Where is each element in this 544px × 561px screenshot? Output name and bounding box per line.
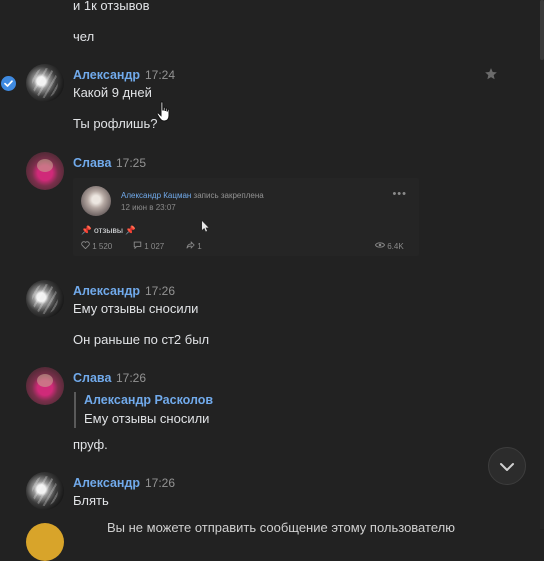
message-time[interactable]: 17:26: [145, 283, 175, 299]
share-icon: [186, 241, 195, 249]
heart-icon: [81, 241, 90, 250]
author-name[interactable]: Александр: [73, 283, 140, 299]
star-icon[interactable]: [484, 67, 500, 83]
cannot-send-notice: Вы не можете отправить сообщение этому п…: [107, 520, 455, 535]
message-text: и 1к отзывов: [73, 0, 150, 13]
author-name[interactable]: Александр: [73, 67, 140, 83]
more-options-icon[interactable]: •••: [392, 188, 407, 200]
message-time[interactable]: 17:26: [116, 370, 146, 386]
message-text: Он раньше по ст2 был: [73, 332, 210, 347]
post-date[interactable]: 12 июн в 23:07: [121, 203, 176, 212]
views-stat: 6.4K: [374, 241, 404, 251]
shares-count: 1: [197, 242, 202, 251]
post-text: 📌 отзывы 📌: [81, 225, 136, 235]
message-text: Ему отзывы сносили: [73, 301, 199, 316]
post-author[interactable]: Александр Кацман: [121, 191, 191, 200]
comments-stat[interactable]: 1 027: [133, 241, 164, 251]
message-time[interactable]: 17:26: [145, 475, 175, 491]
views-count: 6.4K: [387, 242, 404, 251]
arrow-cursor-icon: [202, 221, 209, 232]
message-text: Блять: [73, 493, 109, 508]
message-time[interactable]: 17:25: [116, 155, 146, 171]
author-name[interactable]: Слава: [73, 155, 111, 171]
scrollbar-thumb[interactable]: [540, 0, 544, 60]
author-name[interactable]: Александр: [73, 475, 140, 491]
wall-post-attachment[interactable]: Александр Кацман запись закреплена 12 ию…: [73, 178, 419, 256]
avatar[interactable]: [26, 64, 64, 102]
likes-stat[interactable]: 1 520: [81, 241, 112, 251]
check-circle-icon[interactable]: [1, 76, 16, 91]
avatar[interactable]: [26, 280, 64, 318]
chevron-down-icon: [500, 463, 514, 471]
author-name[interactable]: Слава: [73, 370, 111, 386]
avatar[interactable]: [26, 152, 64, 190]
likes-count: 1 520: [92, 242, 113, 251]
message-text: Какой 9 дней: [73, 85, 152, 100]
comments-count: 1 027: [144, 242, 165, 251]
message-text: пруф.: [73, 437, 108, 452]
quote-author[interactable]: Александр Расколов: [84, 392, 213, 408]
quote-text: Ему отзывы сносили: [84, 411, 210, 426]
message-text: Ты рофлишь?: [73, 116, 158, 131]
post-avatar[interactable]: [81, 186, 111, 216]
scroll-down-button[interactable]: [488, 447, 526, 485]
message-text: чел: [73, 29, 95, 44]
eye-icon: [374, 242, 386, 248]
forwarded-quote[interactable]: Александр Расколов Ему отзывы сносили: [74, 392, 213, 428]
avatar[interactable]: [26, 367, 64, 405]
scrollbar-track[interactable]: [540, 0, 544, 529]
hand-pointer-icon: [156, 101, 170, 122]
post-header: Александр Кацман запись закреплена: [121, 191, 264, 200]
message-time[interactable]: 17:24: [145, 67, 175, 83]
shares-stat[interactable]: 1: [186, 241, 202, 251]
comment-icon: [133, 241, 142, 250]
post-action: запись закреплена: [193, 191, 264, 200]
avatar[interactable]: [26, 472, 64, 510]
